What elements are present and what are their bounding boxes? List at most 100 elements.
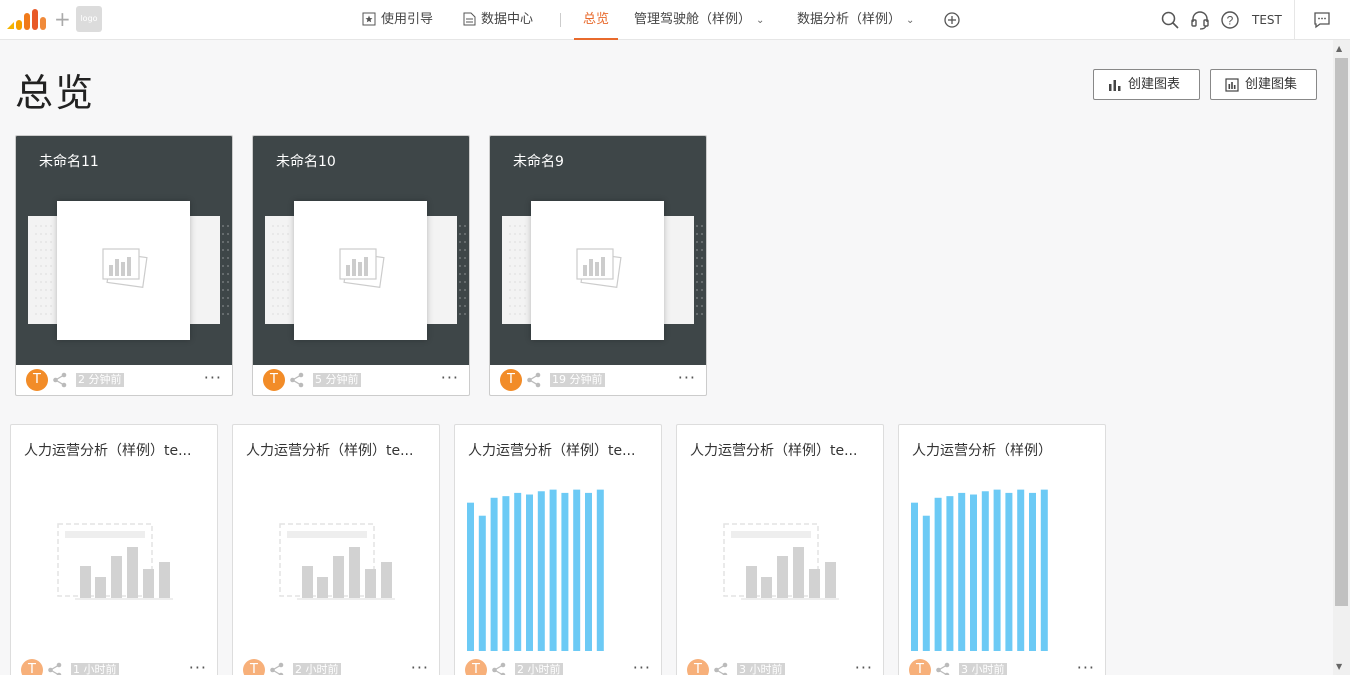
share-icon[interactable] [47, 662, 63, 675]
scrollbar-thumb[interactable] [1335, 58, 1348, 606]
scroll-down-icon[interactable]: ▼ [1336, 662, 1342, 671]
album-title: 未命名10 [276, 154, 336, 170]
avatar[interactable]: T [909, 659, 931, 675]
thumbnail-bar [537, 491, 545, 651]
share-icon[interactable] [526, 372, 542, 388]
nav-data-center[interactable]: 数据中心 [463, 0, 533, 40]
thumbnail-bar [993, 489, 1001, 651]
add-circle-icon[interactable] [942, 10, 962, 30]
share-icon[interactable] [269, 662, 285, 675]
share-icon[interactable] [935, 662, 951, 675]
thumbnail-bar [934, 497, 942, 651]
chat-icon[interactable] [1312, 10, 1332, 30]
more-icon[interactable]: ··· [633, 658, 651, 675]
chart-card[interactable]: 人力运营分析（样例）te... T 2 小时前 ··· [232, 424, 440, 675]
album-card[interactable]: 未命名11 T 2 分钟前 ··· [15, 135, 233, 396]
nav-analysis[interactable]: 数据分析（样例） ⌄ [797, 0, 914, 40]
more-icon[interactable]: ··· [204, 368, 222, 387]
nav-overview[interactable]: 总览 [574, 0, 618, 40]
updated-time: 2 小时前 [293, 663, 341, 675]
thumbnail-bar [526, 494, 533, 651]
updated-time: 19 分钟前 [550, 373, 605, 387]
chart-card[interactable]: 人力运营分析（样例）te... T 3 小时前 ··· [676, 424, 884, 675]
thumbnail-bar [1017, 489, 1025, 651]
thumbnail-bar [1005, 492, 1013, 651]
thumbnail-bar [490, 497, 498, 651]
chart-title: 人力运营分析（样例）te... [24, 443, 192, 459]
card-footer: T 5 分钟前 ··· [253, 365, 469, 395]
create-album-label: 创建图集 [1245, 77, 1298, 92]
chart-placeholder-icon [723, 523, 839, 600]
create-chart-button[interactable]: 创建图表 [1093, 69, 1200, 100]
card-footer: T 2 小时前 ··· [233, 655, 439, 675]
thumbnail-bar [1029, 492, 1036, 651]
updated-time: 5 分钟前 [313, 373, 361, 387]
thumbnail-bar [922, 515, 930, 651]
more-icon[interactable]: ··· [678, 368, 696, 387]
nav-cockpit-label: 管理驾驶舱（样例） [634, 12, 752, 27]
chart-title: 人力运营分析（样例）te... [246, 443, 414, 459]
album-title: 未命名9 [513, 154, 564, 170]
thumbnail-bar [467, 502, 474, 651]
nav-analysis-label: 数据分析（样例） [797, 12, 902, 27]
chevron-down-icon: ⌄ [906, 15, 915, 26]
chart-placeholder-icon [57, 523, 173, 600]
create-chart-label: 创建图表 [1128, 77, 1181, 92]
headset-icon[interactable] [1190, 10, 1210, 30]
thumbnail-bar [502, 496, 510, 651]
chart-placeholder-icon [576, 248, 622, 289]
more-icon[interactable]: ··· [189, 658, 207, 675]
svg-text:?: ? [1227, 14, 1234, 28]
thumbnail-bar [981, 491, 989, 651]
album-thumbnail [294, 201, 427, 340]
card-footer: T 2 分钟前 ··· [16, 365, 232, 395]
avatar[interactable]: T [26, 369, 48, 391]
app-logo-icon[interactable] [6, 7, 48, 31]
avatar[interactable]: T [21, 659, 43, 675]
card-footer: T 1 小时前 ··· [11, 655, 217, 675]
thumbnail-bar [911, 502, 918, 651]
avatar[interactable]: T [465, 659, 487, 675]
thumbnail-bar [970, 494, 977, 651]
share-icon[interactable] [52, 372, 68, 388]
thumbnail-bar [561, 492, 569, 651]
create-album-button[interactable]: 创建图集 [1210, 69, 1317, 100]
custom-logo-placeholder[interactable]: logo [76, 6, 102, 32]
avatar[interactable]: T [243, 659, 265, 675]
share-icon[interactable] [289, 372, 305, 388]
thumbnail-bar [478, 515, 486, 651]
nav-guide-label: 使用引导 [381, 12, 434, 27]
album-card[interactable]: 未命名10 T 5 分钟前 ··· [252, 135, 470, 396]
avatar[interactable]: T [687, 659, 709, 675]
help-icon[interactable]: ? [1220, 10, 1240, 30]
album-title: 未命名11 [39, 154, 99, 170]
chart-card[interactable]: 人力运营分析（样例）te... T 2 小时前 ··· [454, 424, 662, 675]
thumbnail-bar [958, 492, 966, 651]
thumbnail-bar [596, 489, 604, 651]
user-name[interactable]: TEST [1252, 0, 1282, 40]
chart-card[interactable]: 人力运营分析（样例）te... T 1 小时前 ··· [10, 424, 218, 675]
more-icon[interactable]: ··· [1077, 658, 1095, 675]
album-card[interactable]: 未命名9 T 19 分钟前 ··· [489, 135, 707, 396]
chart-placeholder-icon [102, 248, 148, 289]
chart-placeholder-icon [339, 248, 385, 289]
share-icon[interactable] [713, 662, 729, 675]
avatar[interactable]: T [263, 369, 285, 391]
thumbnail-bar [946, 496, 954, 651]
card-footer: T 3 小时前 ··· [899, 655, 1105, 675]
album-cover: 未命名9 [490, 136, 706, 365]
chart-card[interactable]: 人力运营分析（样例） T 3 小时前 ··· [898, 424, 1106, 675]
thumbnail-bar [573, 489, 581, 651]
nav-guide[interactable]: 使用引导 [362, 0, 433, 40]
more-icon[interactable]: ··· [411, 658, 429, 675]
more-icon[interactable]: ··· [441, 368, 459, 387]
card-footer: T 2 小时前 ··· [455, 655, 661, 675]
more-icon[interactable]: ··· [855, 658, 873, 675]
bar-chart-thumbnail [467, 489, 604, 651]
search-icon[interactable] [1160, 10, 1180, 30]
share-icon[interactable] [491, 662, 507, 675]
avatar[interactable]: T [500, 369, 522, 391]
nav-cockpit[interactable]: 管理驾驶舱（样例） ⌄ [634, 0, 764, 40]
thumbnail-bar [549, 489, 557, 651]
scroll-up-icon[interactable]: ▲ [1336, 44, 1342, 53]
